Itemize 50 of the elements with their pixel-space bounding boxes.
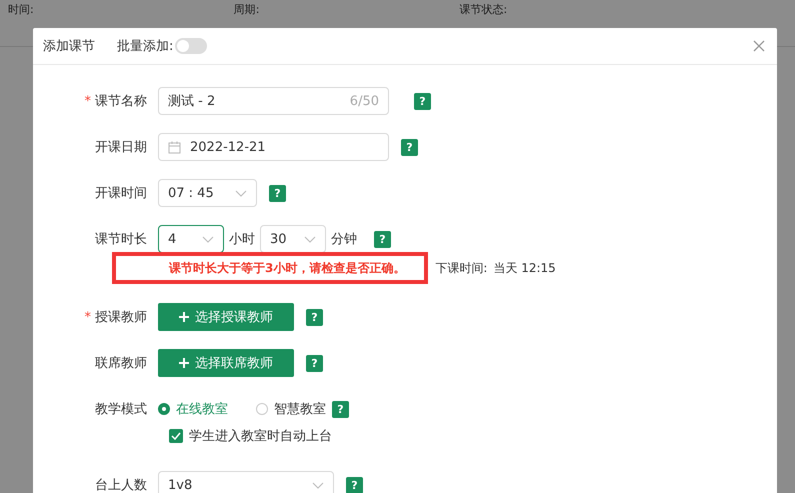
char-counter: 6/50: [350, 94, 379, 108]
help-badge[interactable]: ?: [332, 400, 349, 418]
unit-label: 分钟: [331, 231, 357, 248]
end-time-label: 下课时间:: [435, 260, 488, 276]
field-label: 台上人数: [95, 478, 147, 493]
unit-label: 小时: [229, 231, 255, 248]
warning-text: 课节时长大于等于3小时，请检查是否正确。: [169, 260, 406, 276]
checkbox-label: 学生进入教室时自动上台: [189, 428, 332, 445]
filter-label: 时间:: [8, 2, 34, 17]
date-picker[interactable]: 2022-12-21: [158, 133, 389, 161]
field-label: 课节时长: [95, 232, 147, 247]
filter-label: 课节状态:: [459, 2, 508, 17]
help-badge[interactable]: ?: [374, 230, 391, 248]
calendar-icon: [168, 140, 181, 154]
name-input[interactable]: 测试 - 2 6/50: [158, 87, 389, 115]
select-field[interactable]: 1v8: [158, 471, 334, 493]
select-teacher-button[interactable]: 选择联席教师: [158, 349, 294, 377]
help-badge[interactable]: ?: [306, 354, 323, 372]
radio-option[interactable]: 智慧教室: [256, 400, 326, 418]
field-label: 授课教师: [95, 310, 147, 325]
filter-label: 周期:: [234, 2, 260, 17]
close-icon[interactable]: [753, 40, 765, 52]
minutes-select[interactable]: 30: [260, 225, 326, 253]
help-badge[interactable]: ?: [414, 92, 431, 110]
help-badge[interactable]: ?: [269, 184, 286, 202]
field-label: 开课时间: [95, 186, 147, 201]
field-label: 开课日期: [95, 140, 147, 155]
plus-icon: [179, 358, 189, 368]
chevron-down-icon: [202, 236, 214, 242]
batch-label: 批量添加:: [117, 38, 174, 55]
batch-switch[interactable]: [175, 38, 208, 54]
checkbox[interactable]: [169, 429, 183, 443]
field-label: 课节名称: [95, 94, 147, 109]
required-mark: *: [84, 94, 91, 109]
chevron-down-icon: [235, 190, 247, 196]
radio-option[interactable]: 在线教室: [158, 400, 228, 418]
dialog-title: 添加课节: [43, 38, 95, 55]
chevron-down-icon: [304, 236, 316, 242]
select-field[interactable]: 07 : 45: [158, 179, 257, 207]
field-label: 联席教师: [95, 356, 147, 371]
chevron-down-icon: [312, 482, 324, 488]
help-badge[interactable]: ?: [401, 138, 418, 156]
field-label: 教学模式: [95, 402, 147, 417]
end-time-value: 当天 12:15: [493, 260, 556, 276]
hours-select[interactable]: 4: [158, 225, 224, 253]
help-badge[interactable]: ?: [346, 476, 363, 493]
help-badge[interactable]: ?: [306, 308, 323, 326]
plus-icon: [179, 312, 189, 322]
required-mark: *: [84, 310, 91, 325]
select-teacher-button[interactable]: 选择授课教师: [158, 303, 294, 331]
